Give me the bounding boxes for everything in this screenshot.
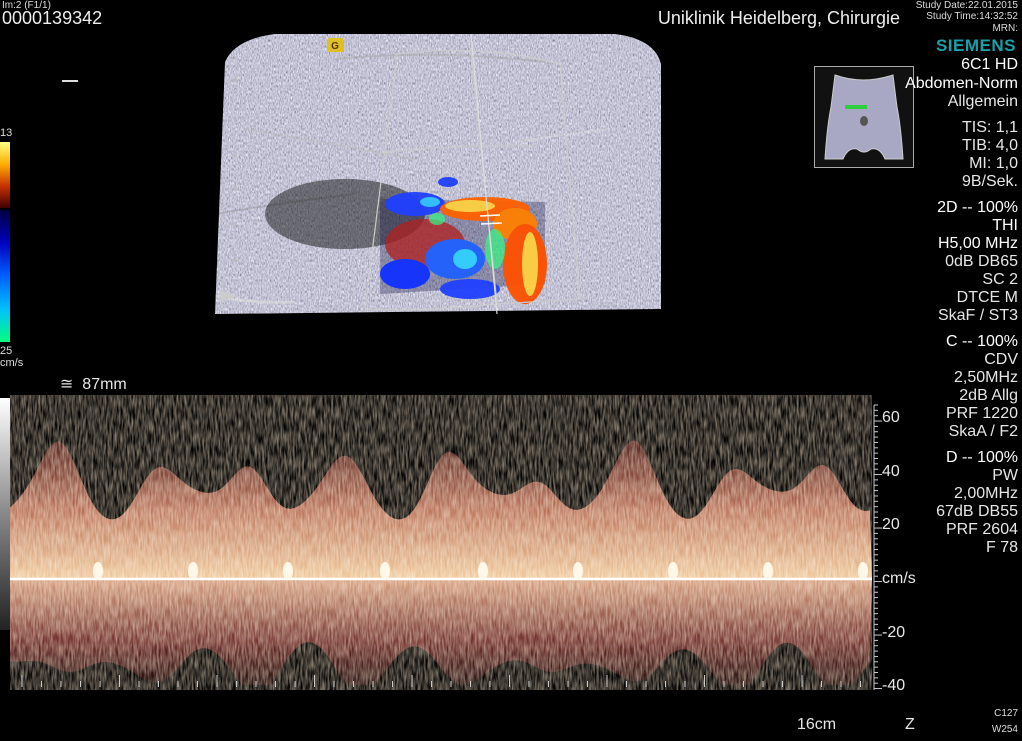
color-scale-positive-bar bbox=[0, 142, 10, 208]
mode-c-freq: 2,50MHz bbox=[953, 369, 1018, 386]
mode-c-map: SkaA / F2 bbox=[948, 423, 1018, 440]
svg-text:G: G bbox=[331, 41, 339, 52]
mode-2d-gain: 0dB DB65 bbox=[945, 253, 1018, 270]
systolic-marker bbox=[763, 562, 773, 580]
systolic-marker bbox=[668, 562, 678, 580]
color-scale-negative-bar bbox=[0, 210, 10, 342]
mode-d-title: D -- 100% bbox=[945, 449, 1018, 466]
mode-2d-sc: SC 2 bbox=[982, 271, 1018, 288]
systolic-marker bbox=[283, 562, 293, 580]
tis-value: TIS: 1,1 bbox=[961, 119, 1018, 136]
transducer-name: 6C1 HD bbox=[961, 56, 1018, 73]
sample-gate-bottom bbox=[480, 222, 503, 225]
doppler-spectrum bbox=[10, 395, 872, 690]
window-value: W254 bbox=[991, 724, 1018, 735]
systolic-marker bbox=[93, 562, 103, 580]
mode-2d-dtce: DTCE M bbox=[956, 289, 1018, 306]
systolic-marker bbox=[380, 562, 390, 580]
mode-d-gain: 67dB DB55 bbox=[936, 503, 1018, 520]
scale-tick-neg20: -20 bbox=[882, 624, 906, 641]
mode-2d-map: SkaF / ST3 bbox=[937, 307, 1018, 324]
preset-name: Abdomen-Norm bbox=[905, 75, 1018, 92]
systolic-marker bbox=[188, 562, 198, 580]
mode-c-prf: PRF 1220 bbox=[945, 405, 1018, 422]
preset-sub: Allgemein bbox=[947, 93, 1018, 110]
color-scale-top-value: 13 bbox=[0, 127, 13, 139]
mode-c-cdv: CDV bbox=[984, 351, 1018, 368]
systolic-marker bbox=[573, 562, 583, 580]
contrast-value: C127 bbox=[994, 708, 1018, 719]
mode-c-title: C -- 100% bbox=[945, 333, 1018, 350]
gate-depth-label: ≅ 87mm bbox=[60, 374, 127, 394]
mode-d-pw: PW bbox=[992, 467, 1018, 484]
systolic-marker bbox=[858, 562, 868, 580]
mode-2d-freq: H5,00 MHz bbox=[937, 235, 1018, 252]
footer-depth: 16cm bbox=[797, 716, 837, 733]
color-scale-bottom-value: 25 bbox=[0, 345, 13, 357]
study-time: Study Time:14:32:52 bbox=[926, 11, 1018, 22]
mode-2d-title: 2D -- 100% bbox=[937, 199, 1018, 216]
scale-unit: cm/s bbox=[882, 570, 916, 587]
mi-value: MI: 1,0 bbox=[969, 155, 1018, 172]
bmode-image: G bbox=[215, 34, 661, 314]
systolic-marker bbox=[478, 562, 488, 580]
zoom-label: Z bbox=[905, 716, 915, 733]
patient-id: 0000139342 bbox=[2, 8, 103, 28]
scale-tick-40: 40 bbox=[882, 463, 900, 480]
mode-d-freq: 2,00MHz bbox=[953, 485, 1018, 502]
study-date: Study Date:22.01.2015 bbox=[915, 0, 1018, 11]
velocity-scale bbox=[873, 404, 882, 690]
frame-rate: 9B/Sek. bbox=[961, 173, 1018, 190]
depth-marker bbox=[62, 80, 78, 82]
scale-tick-neg40: -40 bbox=[882, 677, 906, 694]
sample-gate-top bbox=[479, 214, 501, 217]
grayscale-bar bbox=[0, 398, 10, 630]
mode-c-gain: 2dB Allg bbox=[959, 387, 1018, 404]
abdomen-body-marker-icon bbox=[814, 66, 914, 168]
tib-value: TIB: 4,0 bbox=[961, 137, 1018, 154]
scale-tick-20: 20 bbox=[882, 516, 900, 533]
approx-symbol: ≅ bbox=[60, 376, 74, 393]
mode-2d-thi: THI bbox=[992, 217, 1018, 234]
mrn-label: MRN: bbox=[992, 23, 1018, 34]
brand-logo: SIEMENS bbox=[935, 36, 1016, 55]
clinic-name: Uniklinik Heidelberg, Chirurgie bbox=[657, 8, 900, 28]
color-scale-unit: cm/s bbox=[0, 357, 24, 369]
gate-depth-value: 87mm bbox=[82, 376, 127, 393]
orientation-marker-icon: G bbox=[327, 38, 344, 52]
mode-d-filter: F 78 bbox=[985, 539, 1018, 556]
mode-d-prf: PRF 2604 bbox=[945, 521, 1018, 538]
scale-tick-60: 60 bbox=[882, 409, 900, 426]
